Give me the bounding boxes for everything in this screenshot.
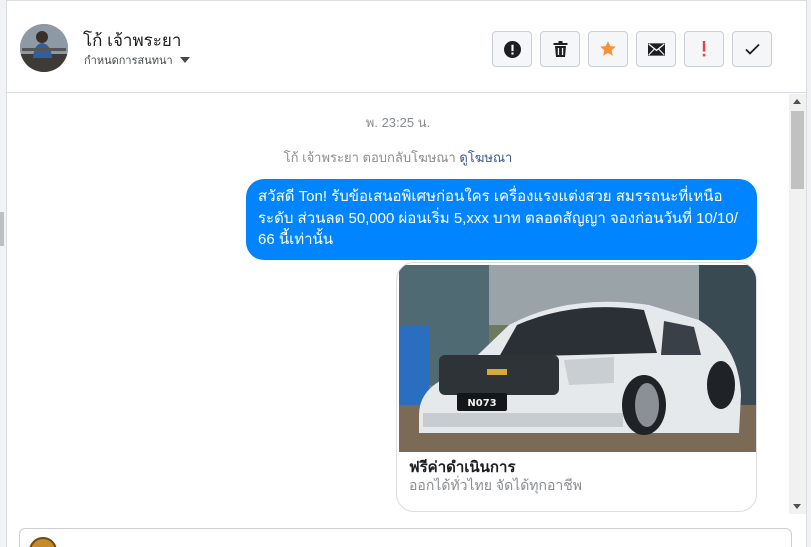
follow-up-button[interactable] bbox=[684, 31, 724, 67]
reply-note-text: โก้ เจ้าพระยา ตอบกลับโฆษณา bbox=[283, 150, 456, 165]
scrollbar-thumb[interactable] bbox=[791, 111, 804, 189]
thread-scrollbar[interactable] bbox=[789, 94, 806, 514]
scroll-up-arrow-icon[interactable] bbox=[793, 99, 801, 104]
conversation-header: โก้ เจ้าพระยา กำหนดการสนทนา bbox=[7, 0, 806, 93]
ad-card[interactable]: N073 ฟรีค่าดำเนินการ ออกได้ทั่วไทย จัดได… bbox=[396, 262, 757, 512]
exclamation-circle-icon bbox=[503, 40, 521, 58]
checkmark-icon bbox=[744, 43, 760, 55]
trash-icon bbox=[553, 41, 567, 57]
contact-avatar[interactable] bbox=[20, 24, 68, 72]
ad-card-subtitle: ออกได้ทั่วไทย จัดได้ทุกอาชีพ bbox=[409, 477, 583, 493]
assign-label: กำหนดการสนทนา bbox=[84, 55, 173, 67]
car-image: N073 bbox=[399, 265, 756, 452]
assign-conversation-dropdown[interactable]: กำหนดการสนทนา bbox=[84, 51, 190, 69]
scroll-down-arrow-icon[interactable] bbox=[793, 504, 801, 509]
exclamation-icon bbox=[702, 41, 706, 57]
action-toolbar bbox=[492, 31, 772, 67]
message-thread: พ. 23:25 น. โก้ เจ้าพระยา ตอบกลับโฆษณา ด… bbox=[7, 94, 789, 514]
message-bubble[interactable]: สวัสดี Ton! รับข้อเสนอพิเศษก่อนใคร เครื่… bbox=[246, 179, 757, 260]
star-icon bbox=[600, 41, 616, 56]
message-timestamp: พ. 23:25 น. bbox=[365, 115, 431, 130]
star-button[interactable] bbox=[588, 31, 628, 67]
view-ad-link[interactable]: ดูโฆษณา bbox=[459, 150, 512, 165]
license-plate-text: N073 bbox=[467, 398, 496, 409]
mark-done-button[interactable] bbox=[732, 31, 772, 67]
page-avatar bbox=[29, 537, 57, 547]
delete-button[interactable] bbox=[540, 31, 580, 67]
mark-spam-button[interactable] bbox=[492, 31, 532, 67]
reply-composer[interactable] bbox=[19, 528, 792, 547]
mark-unread-button[interactable] bbox=[636, 31, 676, 67]
ad-reply-note: โก้ เจ้าพระยา ตอบกลับโฆษณา ดูโฆษณา bbox=[7, 147, 789, 168]
contact-name[interactable]: โก้ เจ้าพระยา bbox=[83, 27, 181, 54]
edge-handle[interactable] bbox=[0, 212, 4, 246]
mail-icon bbox=[647, 42, 665, 56]
caret-down-icon bbox=[179, 57, 190, 63]
conversation-panel: โก้ เจ้าพระยา กำหนดการสนทนา พ. 23:25 น. … bbox=[6, 0, 807, 547]
